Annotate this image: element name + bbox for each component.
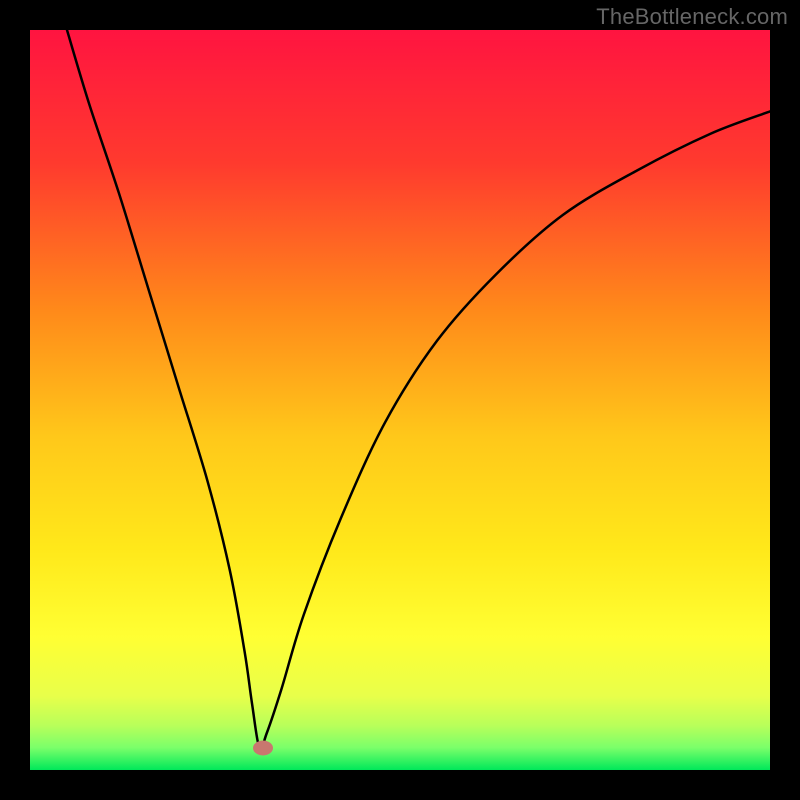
plot-area — [30, 30, 770, 770]
watermark-label: TheBottleneck.com — [596, 4, 788, 30]
bottleneck-curve — [30, 30, 770, 770]
minimum-marker — [253, 740, 273, 755]
chart-container: TheBottleneck.com — [0, 0, 800, 800]
